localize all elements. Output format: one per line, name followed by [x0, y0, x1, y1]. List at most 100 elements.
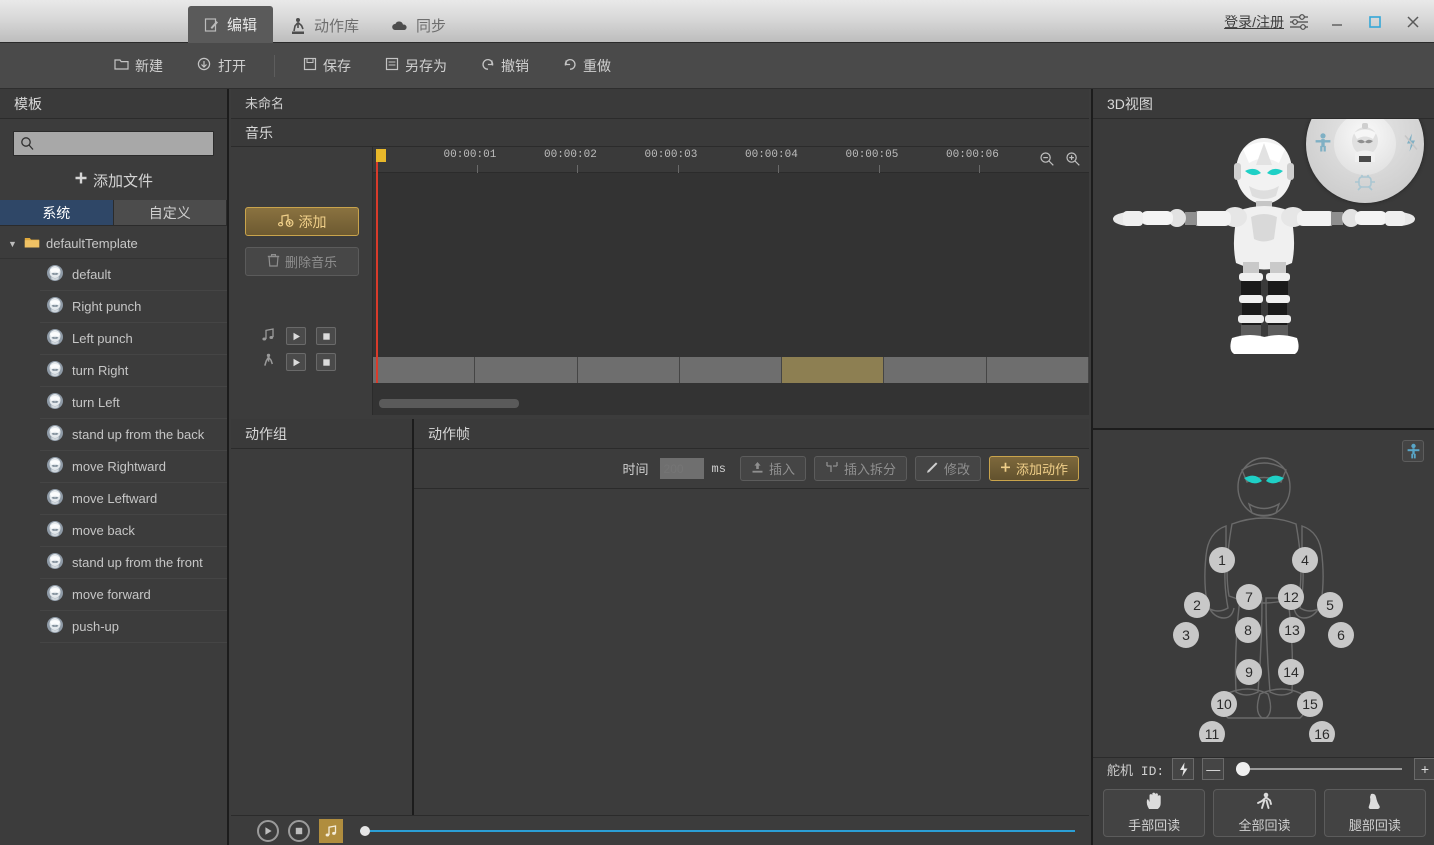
timeline-segment[interactable] — [475, 357, 578, 383]
timeline-segment[interactable] — [577, 357, 680, 383]
servo-badge-label: 7 — [1245, 589, 1253, 605]
save-button[interactable]: 保存 — [289, 50, 365, 82]
hand-readback-button[interactable]: 手部回读 — [1103, 789, 1206, 837]
insert-button[interactable]: 插入 — [739, 456, 806, 481]
subtab-system[interactable]: 系统 — [0, 200, 114, 225]
undo-button[interactable]: 撤销 — [467, 50, 543, 82]
all-readback-button[interactable]: 全部回读 — [1213, 789, 1316, 837]
servo-slider-track — [1236, 768, 1402, 770]
modify-button[interactable]: 修改 — [914, 456, 981, 481]
timeline-ruler[interactable]: 00:00:01 00:00:02 00:00:03 00:00:04 00:00:05… — [373, 147, 1089, 173]
minimize-icon[interactable] — [1326, 11, 1348, 33]
timeline-segment[interactable] — [884, 357, 987, 383]
timeline-segment-strip[interactable] — [373, 357, 1089, 383]
template-item[interactable]: stand up from the back — [40, 419, 227, 451]
template-item[interactable]: move Leftward — [40, 483, 227, 515]
tab-action-library[interactable]: 动作库 — [273, 8, 375, 43]
template-item-label: stand up from the front — [72, 555, 203, 570]
timeline-segment[interactable] — [373, 357, 476, 383]
login-register-link[interactable]: 登录/注册 — [1224, 12, 1284, 32]
close-icon[interactable] — [1402, 11, 1424, 33]
servo-badge-label: 3 — [1182, 627, 1190, 643]
ruler-tick-mark — [778, 165, 779, 173]
zoom-out-icon[interactable] — [1039, 151, 1055, 170]
maximize-icon[interactable] — [1364, 11, 1386, 33]
center-panel: 未命名 音乐 添加 删除音乐 00:00:01 00:00:02 00:00:0… — [231, 89, 1089, 845]
add-music-button[interactable]: 添加 — [245, 207, 359, 236]
view3d-canvas[interactable] — [1093, 119, 1434, 430]
template-item[interactable]: move back — [40, 515, 227, 547]
timeline-hscrollbar[interactable] — [373, 397, 1089, 409]
robot-reset-icon[interactable] — [1353, 172, 1377, 195]
save-icon — [303, 57, 317, 74]
open-button[interactable]: 打开 — [183, 50, 260, 82]
servo-badge-label: 14 — [1283, 664, 1299, 680]
action-frame-grid[interactable] — [414, 493, 1089, 815]
redo-button[interactable]: 重做 — [549, 50, 625, 82]
subtab-custom[interactable]: 自定义 — [113, 200, 227, 225]
action-group-list[interactable] — [231, 449, 412, 809]
timeline-track-body[interactable] — [373, 173, 1089, 363]
save-as-button[interactable]: 另存为 — [371, 50, 461, 82]
servo-decrement-button[interactable]: — — [1202, 758, 1225, 780]
tab-sync[interactable]: 同步 — [375, 8, 462, 43]
music-toggle-button[interactable] — [319, 818, 343, 843]
timeline-hscrollbar-thumb[interactable] — [379, 399, 519, 408]
timeline-track-zone[interactable]: 00:00:01 00:00:02 00:00:03 00:00:04 00:00:05… — [373, 147, 1089, 415]
delete-music-button[interactable]: 删除音乐 — [245, 247, 359, 276]
new-button[interactable]: 新建 — [100, 50, 177, 82]
servo-diagram[interactable]: 12345678910111213141516 — [1114, 442, 1414, 742]
action-stop-button[interactable] — [316, 353, 336, 371]
robot-head-icon[interactable] — [1334, 119, 1396, 175]
servo-badge-label: 12 — [1283, 589, 1299, 605]
insert-split-button[interactable]: 插入拆分 — [813, 456, 907, 481]
servo-map-panel[interactable]: 1 2 3 4 5 6 7 8 9 10 11 12 13 14 15 16 — [1093, 430, 1434, 758]
music-play-button[interactable] — [286, 327, 306, 345]
template-item[interactable]: turn Right — [40, 355, 227, 387]
servo-id-slider[interactable] — [1236, 759, 1402, 779]
progress-knob[interactable] — [360, 825, 370, 836]
global-stop-button[interactable] — [288, 819, 310, 842]
leg-readback-button[interactable]: 腿部回读 — [1323, 789, 1426, 837]
servo-slider-knob[interactable] — [1236, 762, 1251, 776]
template-item[interactable]: push-up — [40, 611, 227, 643]
save-button-label: 保存 — [323, 57, 351, 74]
template-item[interactable]: move Rightward — [40, 451, 227, 483]
music-stop-button[interactable] — [316, 327, 336, 345]
time-input[interactable] — [659, 458, 704, 479]
lightning-icon[interactable] — [1404, 133, 1418, 156]
add-file-button[interactable]: 添加文件 — [0, 164, 227, 196]
template-item[interactable]: Left punch — [40, 323, 227, 355]
template-item[interactable]: Right punch — [40, 291, 227, 323]
global-play-button[interactable] — [257, 819, 279, 842]
music-controls-column: 添加 删除音乐 — [231, 147, 373, 415]
playhead-flag[interactable] — [376, 149, 386, 162]
timeline-segment[interactable] — [986, 357, 1089, 383]
tab-edit[interactable]: 编辑 — [188, 6, 274, 43]
tree-root-defaulttemplate[interactable]: ▼ defaultTemplate — [0, 229, 227, 259]
search-box[interactable] — [13, 131, 214, 156]
playback-progress-slider[interactable] — [360, 822, 1075, 840]
template-sidebar: 模板 添加文件 系统 自定义 ▼ defaultTemplate default… — [0, 89, 229, 845]
action-play-button[interactable] — [286, 353, 306, 371]
template-item[interactable]: default — [40, 259, 227, 291]
template-item[interactable]: turn Left — [40, 387, 227, 419]
add-action-button[interactable]: 添加动作 — [988, 456, 1079, 481]
servo-badge-label: 13 — [1284, 622, 1300, 638]
servo-increment-button[interactable]: + — [1414, 758, 1434, 780]
timeline-segment[interactable] — [782, 357, 885, 383]
chevron-down-icon[interactable]: ▼ — [8, 239, 18, 249]
delete-music-label: 删除音乐 — [284, 255, 337, 270]
template-item[interactable]: stand up from the front — [40, 547, 227, 579]
timeline-segment[interactable] — [679, 357, 783, 383]
servo-power-button[interactable] — [1172, 758, 1195, 780]
template-item[interactable]: move forward — [40, 579, 227, 611]
undo-icon — [481, 57, 495, 74]
right-panel: 3D视图 1 2 3 4 5 6 7 8 9 10 11 12 13 14 15… — [1091, 89, 1434, 845]
search-input[interactable] — [40, 132, 132, 155]
new-button-label: 新建 — [135, 57, 163, 74]
settings-sliders-icon[interactable] — [1288, 11, 1310, 33]
zoom-in-icon[interactable] — [1065, 151, 1081, 170]
action-library-icon — [289, 17, 307, 35]
person-icon[interactable] — [1314, 133, 1332, 156]
